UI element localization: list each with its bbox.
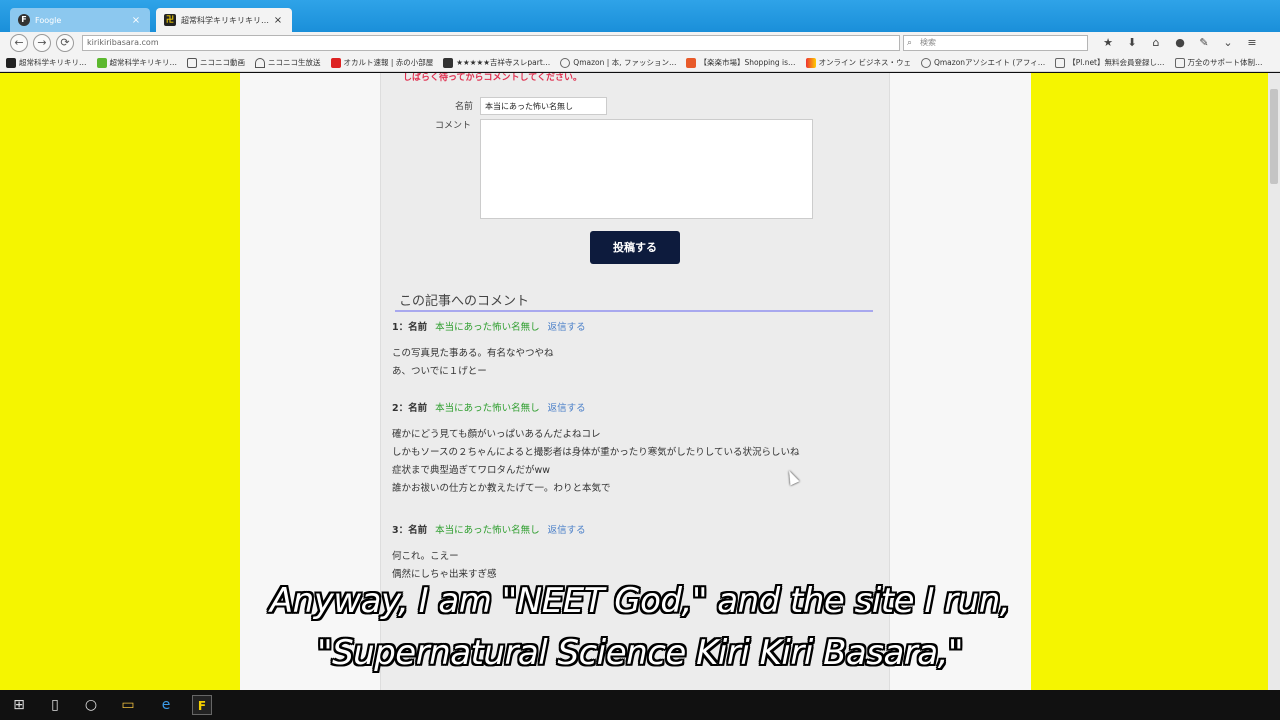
comment-number: 1：名前 <box>392 322 428 333</box>
live-icon <box>255 57 265 68</box>
dropdown-icon[interactable]: ⌄ <box>1220 35 1236 51</box>
shop-icon <box>560 57 571 68</box>
search-placeholder: 検索 <box>920 38 936 47</box>
search-input[interactable]: ⌕ 検索 <box>903 35 1088 51</box>
bookmark-item[interactable]: ★★★★★吉祥寺スレpart… <box>443 57 550 68</box>
commenter-name: 本当にあった怖い名無し <box>435 322 540 333</box>
comment-header: 3：名前 本当にあった怖い名無し 返信する <box>392 522 872 536</box>
forum-icon <box>443 57 454 68</box>
bookmarks-bar: 超常科学キリキリ… 超常科学キリキリ… ニコニコ動画 ニコニコ生放送 オカルト速… <box>0 54 1280 72</box>
business-icon <box>805 57 816 68</box>
comment-line: 症状まで典型過ぎてワロタんだがww <box>392 465 551 476</box>
tab-label: 超常科学キリキリキリ… <box>181 15 269 25</box>
site-favicon-icon <box>6 57 16 68</box>
scrollbar-thumb[interactable] <box>1270 89 1278 184</box>
tab-kirikiri[interactable]: 卍 超常科学キリキリキリ… × <box>156 8 292 32</box>
bookmark-item[interactable]: 【楽楽市場】Shopping is… <box>686 57 796 68</box>
tab-foogle[interactable]: F Foogle × <box>10 8 150 32</box>
name-field[interactable]: 本当にあった怖い名無し <box>480 97 607 115</box>
bookmark-item[interactable]: Qmazonアソシエイト (アフィ… <box>920 57 1045 68</box>
comment-item: 2：名前 本当にあった怖い名無し 返信する 確かにどう見ても顔がいっぱいあるんだよね… <box>392 400 872 498</box>
address-bar[interactable]: kirikiribasara.com <box>82 35 900 51</box>
comment-line: 確かにどう見ても顔がいっぱいあるんだよねコレ <box>392 429 601 440</box>
download-icon[interactable]: ⬇ <box>1124 35 1140 51</box>
bookmark-star-icon[interactable]: ★ <box>1100 35 1116 51</box>
site-favicon-icon: 卍 <box>164 14 176 26</box>
bookmark-item[interactable]: 超常科学キリキリ… <box>96 57 177 68</box>
comment-textarea[interactable] <box>480 119 813 219</box>
tv-icon <box>187 57 197 68</box>
menu-icon[interactable]: ≡ <box>1244 35 1260 51</box>
bookmark-item[interactable]: Qmazon | 本, ファッション… <box>560 57 676 68</box>
comment-line: 誰かお祓いの仕方とか教えたげて一。わりと本気で <box>392 483 611 494</box>
home-icon[interactable]: ⌂ <box>1148 35 1164 51</box>
comment-line: この写真見た事ある。有名なやつやね <box>392 348 554 359</box>
comment-number: 3：名前 <box>392 525 428 536</box>
bookmark-item[interactable]: オンライン ビジネス・ウェ <box>805 57 911 68</box>
file-explorer-icon[interactable]: ▭ <box>118 695 138 715</box>
comments-heading: この記事へのコメント <box>399 294 530 309</box>
comment-line: しかもソースの２ちゃんによると撮影者は身体が重かったり寒気がしたりしている状況ら… <box>392 447 800 458</box>
name-label: 名前 <box>455 102 474 112</box>
forward-button[interactable]: → <box>33 34 51 52</box>
occult-icon <box>330 57 341 68</box>
bookmark-item[interactable]: 万全のサポート体制… <box>1174 57 1263 68</box>
commenter-name: 本当にあった怖い名無し <box>435 403 540 414</box>
tools-icon[interactable]: ✎ <box>1196 35 1212 51</box>
search-icon[interactable]: ○ <box>81 695 101 715</box>
comment-line: 何これ。こえー <box>392 551 459 562</box>
commenter-name: 本当にあった怖い名無し <box>435 525 540 536</box>
bookmark-item[interactable]: ニコニコ生放送 <box>255 57 321 68</box>
task-view-icon[interactable]: ▯ <box>45 695 65 715</box>
leaf-icon <box>96 57 107 68</box>
chat-icon[interactable]: ● <box>1172 35 1188 51</box>
market-icon <box>686 57 697 68</box>
comment-notice: しばらく待ってからコメントしてください。 <box>403 73 583 83</box>
subtitle-line-2: "Supernatural Science Kiri Kiri Basara," <box>316 633 964 673</box>
comment-header: 1：名前 本当にあった怖い名無し 返信する <box>392 319 872 333</box>
bookmark-item[interactable]: オカルト速報 | 赤の小部屋 <box>330 57 433 68</box>
tab-close-icon[interactable]: × <box>130 15 142 26</box>
comment-body: 確かにどう見ても顔がいっぱいあるんだよねコレ しかもソースの２ちゃんによると撮影… <box>392 426 872 498</box>
reply-link[interactable]: 返信する <box>548 525 586 536</box>
heading-divider <box>395 310 873 312</box>
page-icon <box>1174 57 1185 68</box>
comment-number: 2：名前 <box>392 403 428 414</box>
tab-label: Foogle <box>35 15 62 25</box>
bookmark-item[interactable]: ニコニコ動画 <box>187 57 245 68</box>
taskbar: ⊞ ▯ ○ ▭ e F <box>0 690 1280 720</box>
comment-header: 2：名前 本当にあった怖い名無し 返信する <box>392 400 872 414</box>
edge-browser-icon[interactable]: e <box>156 695 176 715</box>
reload-button[interactable]: ⟳ <box>56 34 74 52</box>
bookmark-item[interactable]: 【Pl.net】無料会員登録し… <box>1055 57 1165 68</box>
subtitles: Anyway, I am "NEET God," and the site I … <box>0 575 1280 679</box>
page-icon <box>1055 57 1066 68</box>
comment-line: あ、ついでに１げとー <box>392 366 487 377</box>
tab-close-icon[interactable]: × <box>272 15 284 26</box>
comment-item: 1：名前 本当にあった怖い名無し 返信する この写真見た事ある。有名なやつやね あ、… <box>392 319 872 381</box>
comment-body: この写真見た事ある。有名なやつやね あ、ついでに１げとー <box>392 345 872 381</box>
navigation-toolbar: ← → ⟳ kirikiribasara.com ⌕ 検索 ★ ⬇ ⌂ ● ✎ … <box>0 32 1280 54</box>
reply-link[interactable]: 返信する <box>548 322 586 333</box>
search-icon: ⌕ <box>907 38 913 48</box>
tab-bar: F Foogle × 卍 超常科学キリキリキリ… × <box>0 0 1280 32</box>
associate-icon <box>920 57 931 68</box>
reply-link[interactable]: 返信する <box>548 403 586 414</box>
bookmark-item[interactable]: 超常科学キリキリ… <box>6 57 87 68</box>
back-button[interactable]: ← <box>10 34 28 52</box>
start-icon[interactable]: ⊞ <box>9 695 29 715</box>
subtitle-line-1: Anyway, I am "NEET God," and the site I … <box>269 581 1011 621</box>
submit-button[interactable]: 投稿する <box>590 231 680 264</box>
comment-label: コメント <box>435 121 472 131</box>
foogle-favicon-icon: F <box>18 14 30 26</box>
fx-app-icon[interactable]: F <box>192 695 212 715</box>
